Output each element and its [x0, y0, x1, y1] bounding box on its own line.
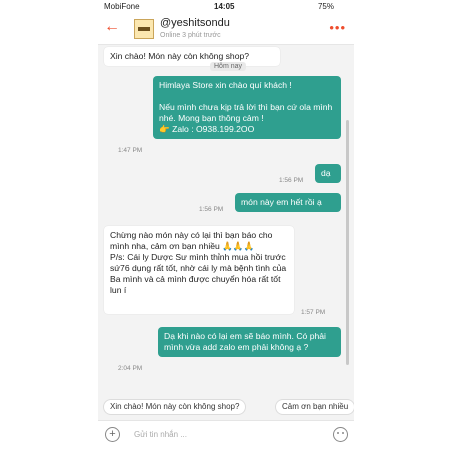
chat-header: ← @yeshitsondu Online 3 phút trước ••• [98, 14, 354, 45]
message-time: 1:56 PM [279, 177, 304, 184]
online-status: Online 3 phút trước [160, 32, 221, 39]
carrier-label: MobiFone [104, 2, 140, 11]
clock: 14:05 [214, 2, 235, 11]
quick-reply-chip[interactable]: Cảm ơn bạn nhiều [275, 399, 354, 415]
message-time: 1:47 PM [118, 147, 143, 154]
scrollbar[interactable] [346, 120, 349, 365]
emoji-icon[interactable] [333, 427, 348, 442]
message-bubble-outgoing: dạ [315, 164, 341, 183]
plus-icon[interactable]: + [105, 427, 120, 442]
shop-avatar-icon[interactable] [134, 19, 154, 39]
message-bubble-outgoing: món này em hết rồi ạ [235, 193, 341, 212]
message-input-bar: + Gửi tin nhắn ... [98, 420, 354, 450]
back-arrow-icon[interactable]: ← [104, 18, 120, 36]
shop-name[interactable]: @yeshitsondu [160, 17, 230, 29]
message-bubble-incoming: Xin chào! Món này còn không shop? [104, 47, 280, 66]
message-time: 2:04 PM [118, 365, 143, 372]
quick-reply-chip[interactable]: Xin chào! Món này còn không shop? [103, 399, 247, 415]
message-time: 1:57 PM [301, 309, 326, 316]
more-icon[interactable]: ••• [329, 20, 346, 35]
battery-icon: 75% [317, 2, 334, 11]
message-bubble-outgoing: Dạ khi nào có lại em sẽ báo mình. Có phả… [158, 327, 341, 357]
message-time: 1:56 PM [199, 206, 224, 213]
status-bar: MobiFone 14:05 75% [98, 0, 354, 14]
chat-screen: MobiFone 14:05 75% ← @yeshitsondu Online… [98, 0, 354, 450]
message-bubble-outgoing: Himlaya Store xin chào quí khách ! Nếu m… [153, 76, 341, 139]
day-separator: Hôm nay [210, 62, 247, 71]
message-input[interactable]: Gửi tin nhắn ... [134, 430, 187, 439]
message-bubble-incoming: Chừng nào món này có lại thì bạn báo cho… [104, 226, 294, 314]
